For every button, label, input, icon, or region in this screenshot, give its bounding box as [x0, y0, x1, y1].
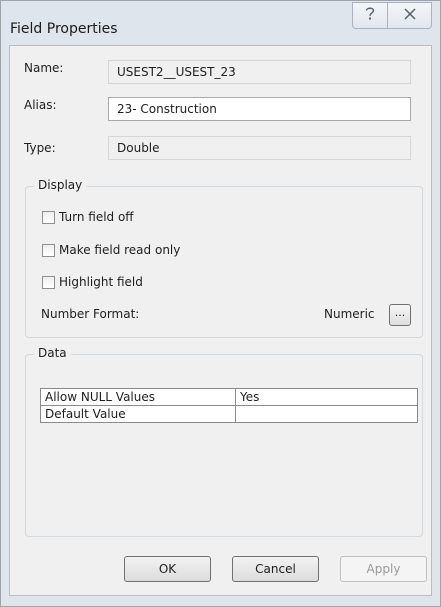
- turn-field-off-option[interactable]: Turn field off: [42, 210, 134, 224]
- read-only-label: Make field read only: [59, 243, 181, 257]
- name-label: Name:: [24, 61, 64, 75]
- table-row[interactable]: Allow NULL Values Yes: [40, 388, 418, 406]
- highlight-field-label: Highlight field: [59, 275, 143, 289]
- number-format-value: Numeric: [324, 307, 375, 321]
- close-button[interactable]: [387, 2, 432, 29]
- cancel-button[interactable]: Cancel: [232, 556, 319, 582]
- name-value: USEST2__USEST_23: [108, 60, 411, 84]
- data-group: Data Allow NULL Values Yes Default Value: [25, 346, 423, 537]
- display-group: Display Turn field off Make field read o…: [25, 178, 423, 338]
- table-row[interactable]: Default Value: [40, 405, 418, 423]
- apply-button: Apply: [340, 556, 427, 582]
- read-only-checkbox[interactable]: [42, 243, 55, 257]
- highlight-field-checkbox[interactable]: [42, 275, 55, 289]
- ok-button[interactable]: OK: [124, 556, 211, 582]
- help-question-icon: [363, 5, 377, 26]
- highlight-field-option[interactable]: Highlight field: [42, 275, 143, 289]
- close-x-icon: [403, 7, 417, 24]
- value-cell[interactable]: [235, 405, 418, 423]
- turn-field-off-label: Turn field off: [59, 210, 134, 224]
- turn-field-off-checkbox[interactable]: [42, 210, 55, 224]
- type-value: Double: [108, 136, 411, 160]
- display-group-title: Display: [34, 178, 87, 192]
- data-properties-table: Allow NULL Values Yes Default Value: [40, 388, 418, 423]
- dialog-title: Field Properties: [10, 21, 118, 37]
- number-format-button[interactable]: ...: [389, 304, 411, 326]
- property-cell: Default Value: [40, 405, 236, 423]
- data-group-title: Data: [34, 346, 71, 360]
- title-bar[interactable]: Field Properties: [1, 1, 440, 45]
- type-label: Type:: [24, 141, 56, 155]
- property-cell: Allow NULL Values: [40, 388, 236, 406]
- number-format-label: Number Format:: [41, 307, 140, 321]
- read-only-option[interactable]: Make field read only: [42, 243, 180, 257]
- alias-input[interactable]: 23- Construction: [108, 97, 411, 121]
- dialog-body: Name: USEST2__USEST_23 Alias: 23- Constr…: [9, 45, 432, 596]
- field-properties-dialog: Field Properties Name: USEST2__USEST_23 …: [0, 0, 441, 607]
- help-button[interactable]: [352, 2, 388, 29]
- value-cell[interactable]: Yes: [235, 388, 418, 406]
- alias-label: Alias:: [24, 98, 57, 112]
